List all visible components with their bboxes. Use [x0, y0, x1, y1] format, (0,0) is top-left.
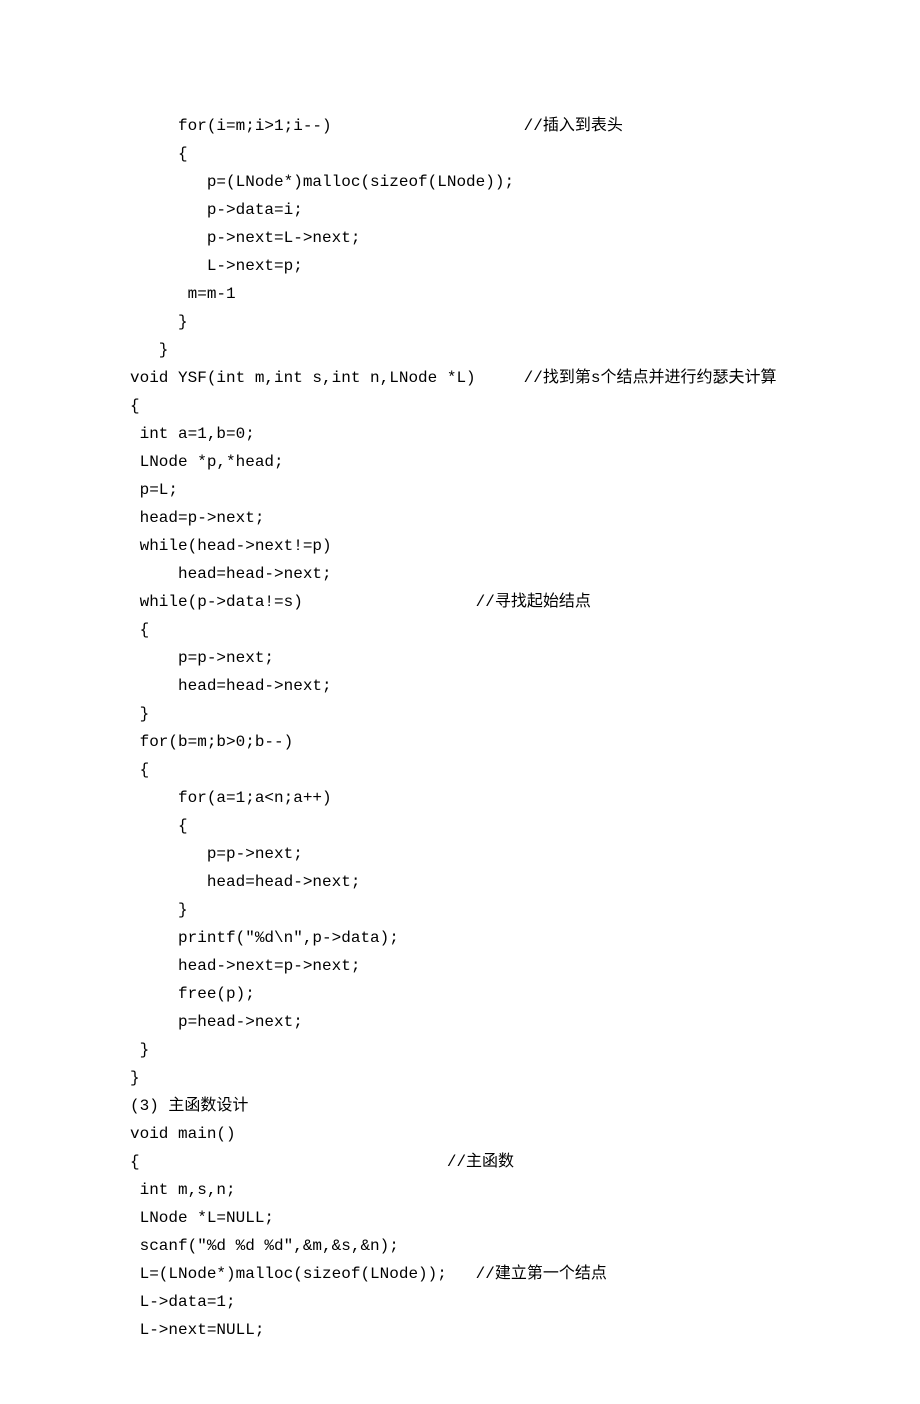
- code-line: p=p->next;: [130, 840, 790, 868]
- code-line: }: [130, 308, 790, 336]
- code-line: p->next=L->next;: [130, 224, 790, 252]
- code-line: {: [130, 756, 790, 784]
- code-line: }: [130, 336, 790, 364]
- code-line: m=m-1: [130, 280, 790, 308]
- code-line: }: [130, 1036, 790, 1064]
- code-line: while(p->data!=s) //寻找起始结点: [130, 588, 790, 616]
- code-line: int m,s,n;: [130, 1176, 790, 1204]
- code-line: head=head->next;: [130, 672, 790, 700]
- code-line: head=head->next;: [130, 868, 790, 896]
- code-line: }: [130, 1064, 790, 1092]
- code-line: (3) 主函数设计: [130, 1092, 790, 1120]
- code-line: {: [130, 392, 790, 420]
- code-line: void YSF(int m,int s,int n,LNode *L) //找…: [130, 364, 790, 392]
- code-line: p=p->next;: [130, 644, 790, 672]
- code-line: L->next=p;: [130, 252, 790, 280]
- code-line: }: [130, 700, 790, 728]
- code-line: p->data=i;: [130, 196, 790, 224]
- code-line: p=head->next;: [130, 1008, 790, 1036]
- code-line: for(i=m;i>1;i--) //插入到表头: [130, 112, 790, 140]
- code-line: scanf("%d %d %d",&m,&s,&n);: [130, 1232, 790, 1260]
- code-line: { //主函数: [130, 1148, 790, 1176]
- code-line: void main(): [130, 1120, 790, 1148]
- code-line: L=(LNode*)malloc(sizeof(LNode)); //建立第一个…: [130, 1260, 790, 1288]
- code-line: head->next=p->next;: [130, 952, 790, 980]
- code-line: for(a=1;a<n;a++): [130, 784, 790, 812]
- code-line: printf("%d\n",p->data);: [130, 924, 790, 952]
- code-line: head=head->next;: [130, 560, 790, 588]
- code-line: int a=1,b=0;: [130, 420, 790, 448]
- code-line: }: [130, 896, 790, 924]
- code-line: {: [130, 812, 790, 840]
- code-line: free(p);: [130, 980, 790, 1008]
- code-line: {: [130, 140, 790, 168]
- code-line: LNode *p,*head;: [130, 448, 790, 476]
- code-line: {: [130, 616, 790, 644]
- code-line: L->data=1;: [130, 1288, 790, 1316]
- code-line: L->next=NULL;: [130, 1316, 790, 1344]
- code-line: while(head->next!=p): [130, 532, 790, 560]
- document-page: for(i=m;i>1;i--) //插入到表头 { p=(LNode*)mal…: [0, 0, 920, 1404]
- code-line: for(b=m;b>0;b--): [130, 728, 790, 756]
- code-line: head=p->next;: [130, 504, 790, 532]
- code-line: LNode *L=NULL;: [130, 1204, 790, 1232]
- code-line: p=(LNode*)malloc(sizeof(LNode));: [130, 168, 790, 196]
- code-line: p=L;: [130, 476, 790, 504]
